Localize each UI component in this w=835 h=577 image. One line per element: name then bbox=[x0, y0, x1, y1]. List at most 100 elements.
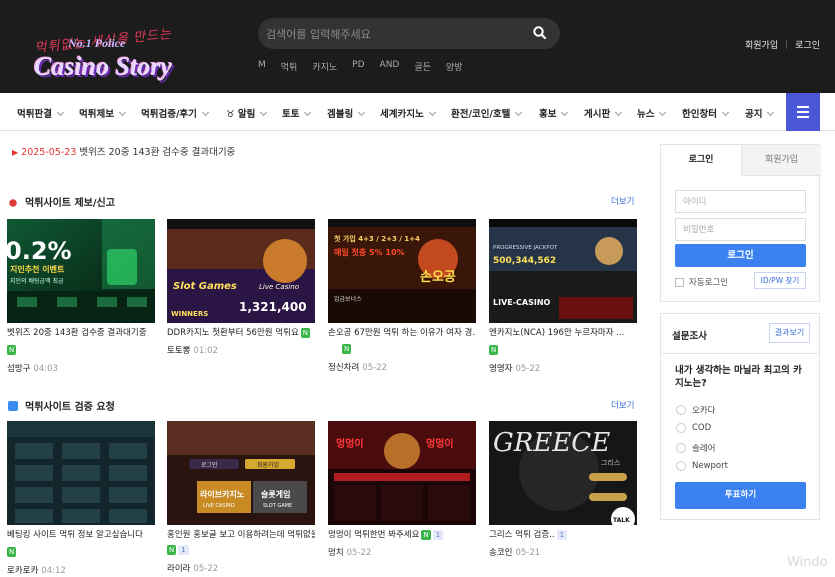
post-date: 04:03 bbox=[33, 364, 58, 374]
svg-text:지인추천 이벤트: 지인추천 이벤트 bbox=[10, 264, 65, 274]
svg-text:라이브카지노: 라이브카지노 bbox=[200, 489, 245, 499]
hamburger-menu-icon[interactable] bbox=[786, 93, 820, 131]
svg-text:LIVE-CASINO: LIVE-CASINO bbox=[493, 298, 551, 307]
post-card[interactable]: 첫 가입 4+3 / 2+3 / 1+4 매일 첫충 5% 10% 손오공 입금… bbox=[328, 219, 476, 373]
radio-icon bbox=[676, 443, 686, 453]
chevron-down-icon bbox=[304, 108, 312, 117]
post-thumbnail: 로그인 회원가입 라이브카지노 LIVE CASINO 슬롯게임 SLOT GA… bbox=[167, 421, 315, 525]
news-ticker[interactable]: ▶ 2025-05-23 벳위즈 20중 143환 검수중 결과대기중 bbox=[12, 144, 235, 158]
svg-text:500,344,562: 500,344,562 bbox=[493, 256, 556, 266]
post-author: 송코인 bbox=[489, 548, 513, 558]
post-card[interactable]: 0.2% 지인추천 이벤트 지인의 배팅금액 최금 벳위즈 20중 143환 검… bbox=[7, 219, 155, 374]
poll-results-button[interactable]: 결과보기 bbox=[769, 323, 810, 343]
nav-item[interactable]: 홍보 bbox=[539, 106, 569, 120]
keyword-link[interactable]: M bbox=[258, 60, 266, 73]
keyword-link[interactable]: 골든 bbox=[414, 60, 431, 73]
post-card[interactable]: GREECE 그리스 TALK 그리스 먹튀 검증.. 1 송코인 05-21 bbox=[489, 421, 637, 558]
radio-icon bbox=[676, 461, 686, 471]
chevron-down-icon bbox=[428, 108, 436, 117]
post-card[interactable]: 베팅킹 사이트 먹튀 정보 알고싶습니다 N 로카로카 04:12 bbox=[7, 421, 155, 576]
post-title: 베팅킹 사이트 먹튀 정보 알고싶습니다 bbox=[7, 530, 143, 540]
post-card[interactable]: Slot Games 1,321,400 Live Casino WINNERS… bbox=[167, 219, 315, 356]
keyword-link[interactable]: 카지노 bbox=[312, 60, 337, 73]
keyword-link[interactable]: 양방 bbox=[446, 60, 463, 73]
find-account-button[interactable]: ID/PW 찾기 bbox=[754, 272, 806, 289]
post-title: DDR카지노 첫환부터 56만원 먹튀요 bbox=[167, 328, 299, 338]
chevron-down-icon bbox=[615, 108, 623, 117]
svg-text:PROGRESSIVE JACKPOT: PROGRESSIVE JACKPOT bbox=[493, 245, 558, 251]
nav-item[interactable]: 뉴스 bbox=[637, 106, 667, 120]
post-title: 홍인원 홍보글 보고 이용하려는데 먹튀없을... bbox=[167, 530, 315, 540]
poll-panel: 설문조사 결과보기 내가 생각하는 마닐라 최고의 카지노는? 오카다 COD … bbox=[660, 313, 820, 520]
more-link[interactable]: 더보기 bbox=[611, 195, 634, 207]
chevron-down-icon bbox=[515, 108, 523, 117]
post-author: 로카로카 bbox=[7, 566, 39, 576]
signup-link[interactable]: 회원가입 bbox=[745, 38, 778, 51]
main-nav: 먹튀판결 먹튀제보 먹튀검증/후기 ♉ 알림 토토 겜블링 세계카지노 환전/코인/호텔 홍보 게… bbox=[0, 93, 835, 131]
post-date: 05-22 bbox=[515, 364, 541, 374]
post-thumbnail: PROGRESSIVE JACKPOT 500,344,562 LIVE-CAS… bbox=[489, 219, 637, 323]
post-card[interactable]: PROGRESSIVE JACKPOT 500,344,562 LIVE-CAS… bbox=[489, 219, 637, 374]
login-link[interactable]: 로그인 bbox=[795, 38, 820, 51]
divider: | bbox=[785, 39, 789, 50]
vote-button[interactable]: 투표하기 bbox=[675, 482, 806, 509]
new-badge: N bbox=[7, 546, 17, 557]
keyword-link[interactable]: PD bbox=[352, 60, 364, 73]
new-badge: N bbox=[300, 327, 311, 338]
post-title: 벳위즈 20중 143환 검수중 결과대기중 bbox=[7, 328, 147, 338]
post-author: 라이라 bbox=[167, 564, 191, 574]
auto-login-checkbox[interactable]: 자동로그인 bbox=[675, 276, 728, 288]
post-thumbnail bbox=[7, 421, 155, 525]
nav-item[interactable]: 공지 bbox=[745, 106, 775, 120]
nav-item[interactable]: 세계카지노 bbox=[380, 106, 436, 120]
nav-item[interactable]: 환전/코인/호텔 bbox=[451, 106, 523, 120]
post-thumbnail: Slot Games 1,321,400 Live Casino WINNERS bbox=[167, 219, 315, 323]
post-author: 섬방구 bbox=[7, 364, 31, 374]
post-date: 05-22 bbox=[362, 363, 387, 373]
poll-title: 설문조사 bbox=[672, 331, 707, 342]
site-logo[interactable]: 먹튀없는 세상을 만드는 No.1 Police Casino Story bbox=[30, 20, 200, 85]
svg-text:WINNERS: WINNERS bbox=[171, 310, 208, 318]
post-thumbnail: GREECE 그리스 TALK bbox=[489, 421, 637, 525]
more-link[interactable]: 더보기 bbox=[611, 399, 634, 411]
chevron-down-icon bbox=[260, 108, 268, 117]
post-title: 손오공 67만원 먹튀 하는 이유가 여자 경... bbox=[328, 328, 476, 338]
password-field[interactable] bbox=[675, 218, 806, 241]
nav-item[interactable]: 겜블링 bbox=[327, 106, 366, 120]
username-field[interactable] bbox=[675, 190, 806, 213]
nav-item[interactable]: ♉ 알림 bbox=[226, 106, 268, 120]
nav-item[interactable]: 한인창터 bbox=[682, 106, 730, 120]
nav-item[interactable]: 토토 bbox=[282, 106, 312, 120]
poll-option[interactable]: 솔레어 bbox=[676, 442, 715, 454]
chevron-down-icon bbox=[561, 108, 569, 117]
nav-item[interactable]: 게시판 bbox=[584, 106, 623, 120]
nav-item[interactable]: 먹튀검증/후기 bbox=[141, 106, 209, 120]
svg-text:LIVE CASINO: LIVE CASINO bbox=[203, 503, 235, 509]
search-icon[interactable] bbox=[532, 25, 548, 41]
poll-option[interactable]: COD bbox=[676, 423, 711, 433]
play-icon bbox=[8, 400, 18, 411]
svg-text:멍멍이: 멍멍이 bbox=[426, 437, 454, 450]
comment-count: 1 bbox=[432, 529, 444, 540]
svg-text:지인의 배팅금액 최금: 지인의 배팅금액 최금 bbox=[10, 277, 64, 285]
post-card[interactable]: 로그인 회원가입 라이브카지노 LIVE CASINO 슬롯게임 SLOT GA… bbox=[167, 421, 315, 574]
svg-text:0.2%: 0.2% bbox=[7, 237, 72, 265]
logo-wordmark: Casino Story bbox=[34, 52, 172, 81]
nav-item[interactable]: 먹튀판결 bbox=[17, 106, 65, 120]
svg-text:매일 첫충 5% 10%: 매일 첫충 5% 10% bbox=[334, 247, 405, 257]
search-input[interactable] bbox=[266, 24, 516, 44]
tab-signup[interactable]: 회원가입 bbox=[741, 145, 821, 176]
poll-option[interactable]: 오카다 bbox=[676, 404, 715, 416]
chevron-down-icon bbox=[767, 108, 775, 117]
post-thumbnail: 0.2% 지인추천 이벤트 지인의 배팅금액 최금 bbox=[7, 219, 155, 323]
nav-item[interactable]: 먹튀제보 bbox=[79, 106, 127, 120]
new-badge: N bbox=[7, 344, 17, 355]
keyword-link[interactable]: 먹튀 bbox=[281, 60, 298, 73]
siren-icon bbox=[8, 196, 18, 207]
section-title-reports: 먹튀사이트 제보/신고 bbox=[8, 194, 115, 209]
tab-login[interactable]: 로그인 bbox=[661, 145, 741, 176]
post-card[interactable]: 멍멍이 멍멍이 멍멍이 먹튀한번 봐주세요 N 1 멍치 05-22 bbox=[328, 421, 476, 558]
login-button[interactable]: 로그인 bbox=[675, 244, 806, 267]
poll-option[interactable]: Newport bbox=[676, 461, 728, 471]
keyword-link[interactable]: AND bbox=[380, 60, 400, 73]
